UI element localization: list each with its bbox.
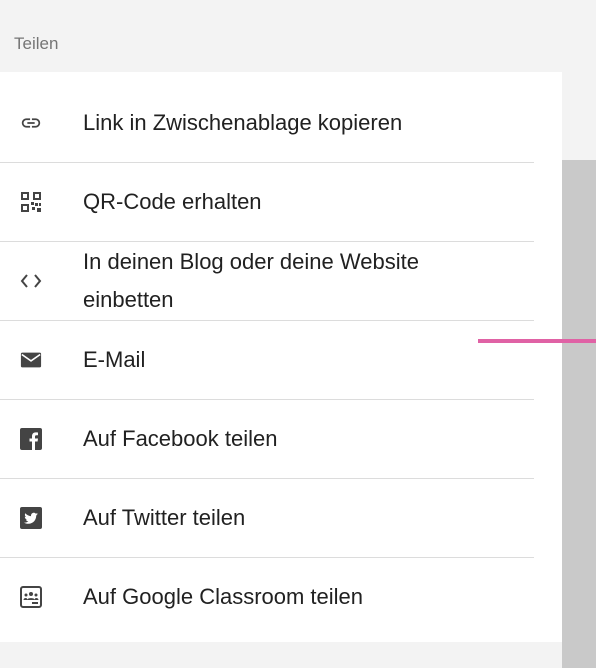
qr-code-icon [20,191,42,213]
share-item-label: Link in Zwischenablage kopieren [83,110,403,135]
share-panel-header: Teilen [0,0,562,72]
share-dialog: Teilen Link in Zwischenablage kopieren Q… [0,0,596,668]
share-panel-title: Teilen [14,34,59,53]
share-item-label: Auf Facebook teilen [83,426,278,451]
share-item-label: Auf Twitter teilen [83,505,246,530]
share-item-label: In deinen Blog oder deine Website einbet… [83,249,419,312]
share-panel: Teilen Link in Zwischenablage kopieren Q… [0,0,562,668]
twitter-icon [20,507,42,529]
share-item-twitter[interactable]: Auf Twitter teilen [0,479,534,558]
share-item-qr-code[interactable]: QR-Code erhalten [0,163,534,242]
share-options-list: Link in Zwischenablage kopieren QR-Code … [0,84,562,636]
facebook-icon [20,428,42,450]
share-item-facebook[interactable]: Auf Facebook teilen [0,400,534,479]
panel-bottom-bar [0,642,562,668]
link-icon [20,112,42,134]
share-item-label: E-Mail [83,347,146,372]
share-item-embed[interactable]: In deinen Blog oder deine Website einbet… [0,242,534,321]
email-icon [20,349,42,371]
share-item-email[interactable]: E-Mail [0,321,534,400]
share-item-label: Auf Google Classroom teilen [83,584,364,609]
share-item-google-classroom[interactable]: Auf Google Classroom teilen [0,558,534,636]
accent-line [478,339,596,343]
share-item-label: QR-Code erhalten [83,189,262,214]
share-item-copy-link[interactable]: Link in Zwischenablage kopieren [0,84,534,163]
google-classroom-icon [20,586,42,608]
scrollbar-thumb[interactable] [562,160,596,668]
embed-code-icon [20,270,42,292]
